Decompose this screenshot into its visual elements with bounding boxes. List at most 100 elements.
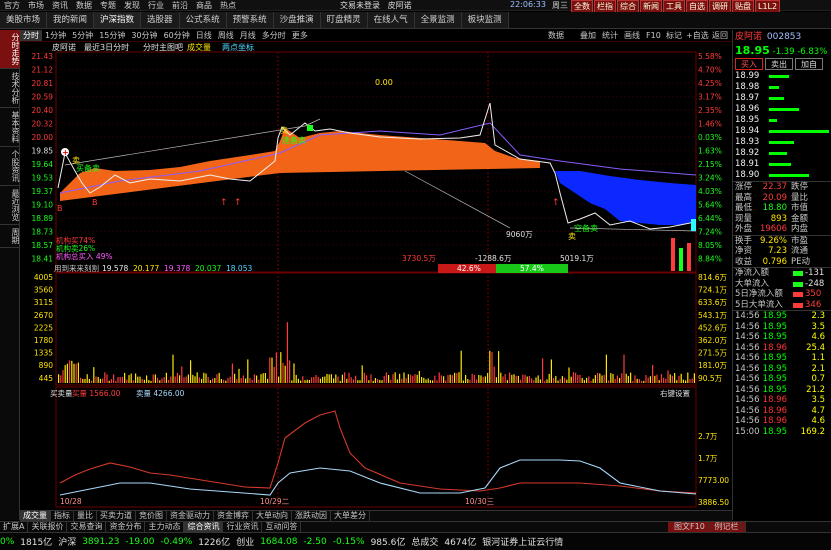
intraday-chart[interactable]: 21.43 5.58% 21.12 4.70% 20.81 4.25% 20.59 3.17%… [20, 43, 732, 510]
period-1min[interactable]: 1分钟 [42, 30, 69, 41]
menu-item[interactable]: 热点 [216, 0, 240, 11]
orderbook-row[interactable]: 18.90 [733, 170, 831, 181]
vtab-basic-info[interactable]: 基本资料 [0, 108, 20, 147]
tick-row: 14:56 18.95 3.5 [733, 322, 831, 333]
module-tab[interactable]: 我的新闻 [47, 12, 95, 28]
indicator-tab[interactable]: 资金驱动力 [167, 511, 214, 521]
info-tab[interactable]: 交易查询 [67, 522, 107, 532]
volume-bar [236, 379, 238, 383]
menu-item[interactable]: 专题 [96, 0, 120, 11]
volume-bar [262, 373, 264, 383]
flow-bar [793, 281, 803, 287]
info-tab-active[interactable]: 综合资讯 [184, 522, 224, 532]
period-5min[interactable]: 5分钟 [69, 30, 96, 41]
period-daily[interactable]: 日线 [193, 30, 215, 41]
vtab-news[interactable]: 个股资讯 [0, 147, 20, 186]
indicator-tab[interactable]: 涨跌动因 [292, 511, 331, 521]
module-tab[interactable]: 盯盘精灵 [320, 12, 368, 28]
indicator-tab[interactable]: 资金博弈 [214, 511, 253, 521]
ma-value: 20.037 [195, 264, 221, 273]
signal-b: B [57, 204, 63, 213]
volume-bar [319, 378, 321, 383]
periodbar-f10-button[interactable]: F10 [646, 30, 661, 42]
buy-button[interactable]: 买入 [735, 58, 763, 70]
indicator-tab[interactable]: 大单动向 [253, 511, 292, 521]
info-tab[interactable]: 关联报价 [28, 522, 68, 532]
period-15min[interactable]: 15分钟 [96, 30, 128, 41]
vtab-intraday[interactable]: 分时走势 [0, 30, 20, 69]
module-tab[interactable]: 公式系统 [179, 12, 227, 28]
legend-stock-name: 皮阿诺 [52, 43, 76, 52]
orderbook-row[interactable]: 18.91 [733, 159, 831, 170]
info-tab[interactable]: 互动问答 [262, 522, 302, 532]
menu-item[interactable]: 前沿 [168, 0, 192, 11]
period-weekly[interactable]: 周线 [215, 30, 237, 41]
menu-item[interactable]: 商品 [192, 0, 216, 11]
menu-item[interactable]: 官方 [0, 0, 24, 11]
f10-tab[interactable]: 图文F10 例记栏 [668, 522, 747, 532]
volume-bar [498, 351, 500, 383]
menu-item[interactable]: 行业 [144, 0, 168, 11]
indicator-tab[interactable]: 大单差分 [331, 511, 370, 521]
info-tab[interactable]: 扩展A [0, 522, 29, 532]
stat-value: 22.37 [762, 182, 787, 192]
menu-item[interactable]: 发现 [120, 0, 144, 11]
period-60min[interactable]: 60分钟 [161, 30, 193, 41]
menu-item[interactable]: 市场 [24, 0, 48, 11]
period-30min[interactable]: 30分钟 [128, 30, 160, 41]
menu-item[interactable]: 数据 [72, 0, 96, 11]
module-tab[interactable]: 沙盘推演 [273, 12, 321, 28]
module-tab[interactable]: 板块监测 [461, 12, 509, 28]
price-tick-right: 7.24% [698, 228, 722, 237]
orderbook-row[interactable]: 18.94 [733, 126, 831, 137]
module-tab[interactable]: 在线人气 [367, 12, 415, 28]
period-multi[interactable]: 多分时 [259, 30, 289, 41]
volume-bar [212, 378, 214, 383]
orderbook-row[interactable]: 18.93 [733, 137, 831, 148]
module-tab[interactable]: 选股器 [141, 12, 180, 28]
indicator-tab[interactable]: 量比 [74, 511, 97, 521]
orderbook-row[interactable]: 18.99 [733, 71, 831, 82]
period-monthly[interactable]: 月线 [237, 30, 259, 41]
periodbar-overlay-button[interactable]: 叠加 [580, 30, 596, 42]
indicator-tab[interactable]: 买卖力道 [97, 511, 136, 521]
volume-bar [71, 360, 73, 383]
add-watch-button[interactable]: 加自 [795, 58, 823, 70]
indicator-tab[interactable]: 成交量 [20, 511, 51, 521]
period-more[interactable]: 更多 [289, 30, 311, 41]
orderbook-row[interactable]: 18.92 [733, 148, 831, 159]
module-tab[interactable]: 预警系统 [226, 12, 274, 28]
info-tab[interactable]: 资金分布 [106, 522, 146, 532]
flow-tick-right: 3886.50 [698, 498, 729, 507]
ratio-key: 市盈 [791, 235, 809, 246]
periodbar-data-button[interactable]: 数据 [548, 30, 564, 42]
indicator-tab[interactable]: 指标 [51, 511, 74, 521]
volume-bar [623, 354, 625, 383]
orderbook-row[interactable]: 18.97 [733, 93, 831, 104]
vtab-technical[interactable]: 技术分析 [0, 69, 20, 108]
periodbar-add-watch-button[interactable]: +自选 [686, 30, 709, 42]
module-tab-active[interactable]: 沪深指数 [94, 12, 142, 28]
sell-button[interactable]: 卖出 [765, 58, 793, 70]
periodbar-back-button[interactable]: 返回 [712, 30, 728, 42]
vtab-period[interactable]: 周期 [0, 225, 20, 248]
orderbook-row[interactable]: 18.98 [733, 82, 831, 93]
module-tab[interactable]: 美股市场 [0, 12, 48, 28]
info-tab[interactable]: 行业资讯 [223, 522, 263, 532]
volume-bar [214, 378, 216, 383]
tick-row: 14:56 18.96 4.7 [733, 406, 831, 417]
info-tab[interactable]: 主力动态 [145, 522, 185, 532]
orderbook-row[interactable]: 18.96 [733, 104, 831, 115]
periodbar-draw-button[interactable]: 画线 [624, 30, 640, 42]
menu-item[interactable]: 资讯 [48, 0, 72, 11]
period-intraday[interactable]: 分时 [20, 30, 42, 41]
periodbar-mark-button[interactable]: 标记 [666, 30, 682, 42]
volume-bar [546, 379, 548, 383]
stat-key: 最高 [735, 192, 753, 203]
module-tab[interactable]: 全景监测 [414, 12, 462, 28]
indicator-tab[interactable]: 竞价图 [136, 511, 167, 521]
periodbar-stats-button[interactable]: 统计 [602, 30, 618, 42]
orderbook-row[interactable]: 18.95 [733, 115, 831, 126]
vtab-recent[interactable]: 最近浏览 [0, 186, 20, 225]
tick-list[interactable]: 14:56 18.95 2.3 14:56 18.95 3.5 14:56 18.95 4.6 1… [733, 311, 831, 437]
